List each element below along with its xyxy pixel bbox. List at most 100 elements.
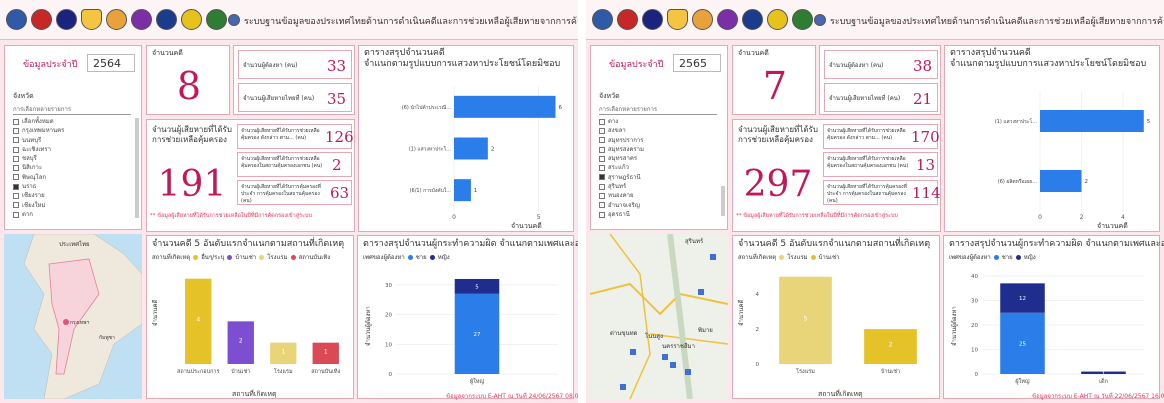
dashboard-2564: ระบบฐานข้อมูลของประเทศไทยด้านการดำเนินคด… [0,0,578,403]
checkbox[interactable] [599,137,605,144]
checkbox[interactable] [13,193,19,200]
chart1-xlabel: จำนวนคดี [1097,222,1128,230]
offenders-label: จำนวนผู้ต้องหา (คน) [243,62,298,69]
checkbox[interactable] [599,118,605,125]
kpi-a-value: 170 [911,128,940,146]
province-option[interactable]: สมุทรปราการ [599,136,717,145]
filter-panel: ข้อมูลประจำปี 2564 จังหวัด การเลือกหลายร… [4,45,142,230]
map-label: ด่านขุนทด [610,330,638,337]
logo-1 [6,9,27,30]
data-label: 1 [474,188,478,194]
province-option[interactable]: กรุงเทพมหานคร [13,126,131,135]
province-option[interactable]: นนทบุรี [13,136,131,145]
checkbox[interactable] [599,127,605,134]
province-option[interactable]: สุราษฎร์ธานี [599,173,717,182]
province-option[interactable]: ฉะเชิงเทรา [13,145,131,154]
province-option[interactable]: ตาง [599,117,717,126]
province-option-label: สมุทรปราการ [608,136,644,144]
bar [1040,170,1082,192]
checkbox[interactable] [599,174,605,181]
checkbox[interactable] [13,137,19,144]
province-option[interactable]: ชลบุรี [13,154,131,163]
province-list: เลือกทั้งหมด กรุงเทพมหานคร นนทบุรี ฉะเชิงเท… [13,117,131,219]
checkbox[interactable] [599,165,605,172]
province-option[interactable]: สงขลา [599,126,717,135]
province-option[interactable]: สมุทรสงคราม [599,145,717,154]
year-select[interactable]: 2565 [673,54,721,72]
offenders-label: จำนวนผู้ต้องหา (คน) [829,62,884,69]
map[interactable]: ประเทศไทย กรุงเทพฯ กัมพูชา [4,234,142,399]
checkbox[interactable] [13,146,19,153]
province-option[interactable]: สมุทรสาคร [599,154,717,163]
checkbox[interactable] [13,165,19,172]
kpi-b-box: จำนวนผู้เสียหายที่ได้รับการช่วยเหลือคุ้ม… [237,152,352,177]
chart-exploitation-type: ตารางสรุปจำนวนคดี จำแนกตามรูปแบบการแสวงห… [358,45,574,232]
checkbox[interactable] [599,183,605,190]
province-option[interactable]: เลือกทั้งหมด [13,117,131,126]
tick-label: 4 [756,292,760,298]
province-option[interactable]: หนองคาย [599,191,717,200]
checkbox[interactable] [599,211,605,218]
province-option-label: ตาก [22,210,33,218]
province-option[interactable]: นราธ [13,182,131,191]
checkbox[interactable] [13,202,19,209]
scrollbar[interactable] [135,118,139,218]
checkbox[interactable] [599,193,605,200]
chart3-svg: จำนวนผู้ต้องหา 0 10 20 30 40 25 12 ผู้ใหญ่ 1เด็ก [951,274,1144,385]
checkbox[interactable] [13,118,19,125]
logo-8 [181,9,202,30]
data-label: 4 [196,316,200,323]
tick-label: 0 [452,214,456,221]
tick-label: 40 [971,274,978,280]
note-text: ** ข้อมูลผู้เสียหายที่ได้รับการช่วยเหลือ… [736,213,898,219]
province-option-label: หนองคาย [608,192,634,200]
chart1-svg: 0 2 4 (1) แสวงหาประโ... 5 (6) ผลิตหรือเผย... 2 [995,91,1151,221]
province-option[interactable]: สุรินทร์ [599,182,717,191]
logo-9 [206,9,227,30]
province-option-label: นิสิเกาะ [22,164,43,172]
scrollbar[interactable] [721,186,725,216]
province-dropdown[interactable]: การเลือกหลายรายการ [13,105,131,115]
kpi-a-value: 126 [325,128,354,146]
header-bar: ระบบฐานข้อมูลของประเทศไทยด้านการดำเนินคด… [586,0,1164,40]
province-option[interactable]: นิสิเกาะ [13,163,131,172]
tick-label: 0 [389,372,393,378]
province-option[interactable]: สระแก้ว [599,163,717,172]
checkbox[interactable] [13,127,19,134]
province-option-label: สุรินทร์ [608,183,627,191]
victims-help-value: 297 [743,164,813,205]
footer-text: ข้อมูลจากระบบ E-AHT ณ วันที่ 22/06/2567 … [1032,393,1164,400]
victims-th-box: จำนวนผู้เสียหายไทยที่ (คน) 21 [824,83,938,112]
tick-label: 10 [971,348,978,354]
checkbox[interactable] [13,174,19,181]
map[interactable]: สุรินทร์ พิมาย นครราชสีมา โนนสูง ด่านขุน… [590,234,728,399]
y-axis-label: จำนวนผู้ต้องหา [365,306,372,346]
logo-5 [692,9,713,30]
year-value: 2564 [93,57,121,70]
checkbox[interactable] [13,183,19,190]
gear-logo-icon [814,14,826,26]
checkbox[interactable] [13,211,19,218]
year-select[interactable]: 2564 [87,54,135,72]
province-dropdown[interactable]: การเลือกหลายรายการ [599,105,717,115]
province-option-label: นราธ [22,183,37,191]
tick-label: 0 [975,372,979,378]
checkbox[interactable] [599,146,605,153]
logo-7 [156,9,177,30]
province-option-label: เชียงราย [22,192,45,200]
checkbox[interactable] [599,155,605,162]
kpi-b-label: จำนวนผู้เสียหายที่ได้รับการช่วยเหลือคุ้ม… [827,156,909,169]
province-option[interactable]: ตาก [13,210,131,219]
province-option[interactable]: อำนาจเจริญ [599,201,717,210]
logo-7 [742,9,763,30]
logo-5 [106,9,127,30]
province-option[interactable]: เชียงใหม่ [13,201,131,210]
map-label: ประเทศไทย [59,241,90,248]
province-option[interactable]: พิษณุโลก [13,173,131,182]
province-option-label: อุดรธานี [608,210,630,218]
checkbox[interactable] [13,155,19,162]
province-option[interactable]: อุดรธานี [599,210,717,219]
chart1-svg: 0 5 (6) นำไปค้าประเวณี... 6 (1) แสวงหาประโ..… [402,86,563,221]
province-option[interactable]: เชียงราย [13,191,131,200]
checkbox[interactable] [599,202,605,209]
